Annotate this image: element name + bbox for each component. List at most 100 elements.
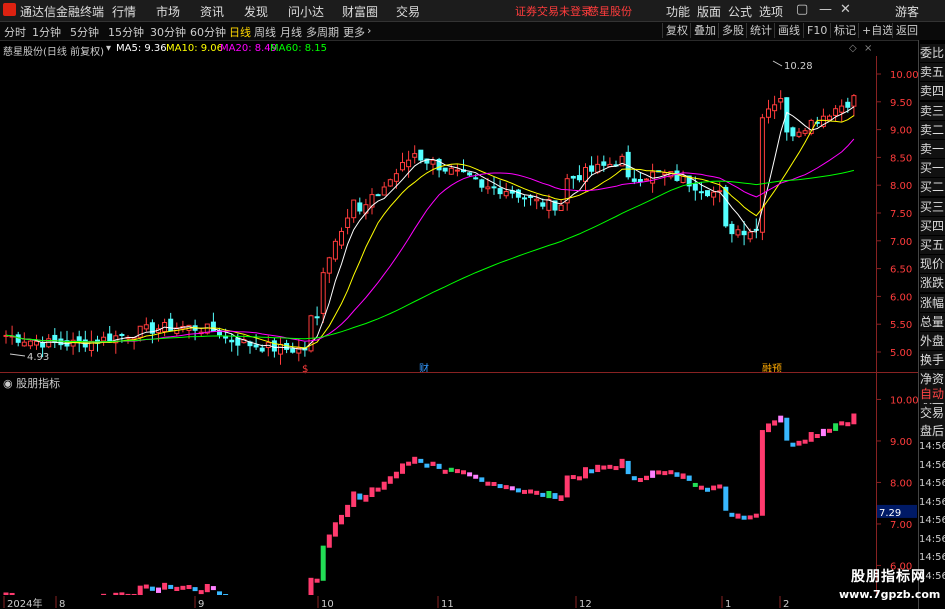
indicator-bar [473,474,479,479]
indicator-bar [845,422,851,427]
period-multi[interactable]: 多周期 [306,24,339,40]
candle-body [375,194,381,197]
minimize-icon[interactable]: — [819,2,832,17]
sidebar-item[interactable]: 委比 [920,44,945,62]
sidebar-item[interactable]: 总量 [920,312,945,331]
candle-body [705,190,710,197]
candle-body [491,186,497,189]
candle-body [570,175,576,179]
axis-label: 6.00 [890,292,912,303]
mark-button[interactable]: 标记 [830,23,859,38]
sidebar-item[interactable]: 涨跌 [920,274,945,293]
event-marker: 财 [419,362,429,375]
candle-body [845,101,851,108]
sidebar-item[interactable]: 买四 [920,216,945,235]
candle-body [406,159,412,168]
overlay-button[interactable]: 叠加 [690,23,719,38]
period-5min[interactable]: 5分钟 [70,24,99,40]
period-60min[interactable]: 60分钟 [190,24,226,40]
draw-line-button[interactable]: 画线 [774,23,803,38]
period-timeshare[interactable]: 分时 [4,24,26,40]
sidebar-item[interactable]: 交易 [920,404,945,422]
sidebar-item[interactable]: 换手 [920,351,945,370]
sidebar-item[interactable]: 涨幅 [920,293,945,312]
indicator-bar [637,477,643,482]
indicator-bar [168,584,174,589]
back-button[interactable]: 返回 [892,23,921,38]
dropdown-icon[interactable]: ◉ [3,377,13,390]
adjust-button[interactable]: 复权 [662,23,691,38]
candle-body [631,178,637,182]
sidebar-item[interactable]: 外盘 [920,332,945,350]
dropdown-icon[interactable]: ▾ [106,43,111,54]
indicator-chart[interactable]: 10.009.008.007.006.007.29 [0,390,918,595]
menu-trade[interactable]: 交易 [396,3,420,20]
indicator-bar [698,485,704,490]
f10-button[interactable]: F10 [803,23,830,38]
sidebar-item[interactable]: 卖二 [920,120,945,139]
close-panel-icon[interactable]: × [864,43,872,54]
sidebar-item[interactable]: 卖五 [920,63,945,82]
candle-body [583,167,588,182]
candle-body [442,167,448,172]
sidebar-item[interactable]: 买五 [920,236,945,254]
indicator-bar [9,592,15,595]
close-icon[interactable]: ✕ [840,2,851,17]
auto-button[interactable]: 自动 [920,385,945,403]
menu-market[interactable]: 行情 [112,3,136,20]
sidebar-item[interactable]: 卖三 [920,101,945,120]
period-15min[interactable]: 15分钟 [108,24,144,40]
sidebar-item[interactable]: 买三 [920,197,945,216]
menu-discover[interactable]: 发现 [244,3,268,20]
candle-body [27,340,33,347]
candle-body [290,348,296,353]
period-1min[interactable]: 1分钟 [32,24,61,40]
sidebar-item[interactable]: 买二 [920,178,945,197]
chevron-right-icon[interactable]: › [367,24,371,37]
sidebar-item[interactable]: 买一 [920,159,945,178]
candle-body [723,186,729,227]
menu-ask[interactable]: 问小达 [288,3,324,20]
candles [3,90,857,365]
candle-body [796,131,802,137]
period-more[interactable]: 更多 [343,24,365,40]
square-icon[interactable]: ▢ [796,2,808,17]
menu-news[interactable]: 资讯 [200,3,224,20]
period-30min[interactable]: 30分钟 [150,24,186,40]
indicator-bar [827,428,832,433]
diamond-icon[interactable]: ◇ [849,43,857,54]
indicator-bar [540,492,546,497]
date-label: 1 [725,599,731,609]
period-monthly[interactable]: 月线 [280,24,302,40]
sidebar-item[interactable]: 盘后 [920,422,945,440]
period-weekly[interactable]: 周线 [254,24,276,40]
app-name: 通达信金融终端 [20,5,105,19]
sidebar-item[interactable]: 现价 [920,255,945,274]
candle-body [766,108,771,118]
candle-body [784,97,790,133]
menu-formula[interactable]: 公式 [728,3,752,20]
indicator-bar [668,470,674,475]
menu-wealth[interactable]: 财富圈 [342,3,378,20]
candle-body [387,179,393,187]
guest-user[interactable]: 游客 [895,3,919,20]
period-daily[interactable]: 日线 [229,24,251,40]
multi-stock-button[interactable]: 多股 [718,23,747,38]
indicator-bar [149,586,155,591]
add-watchlist-button[interactable]: +自选 [858,23,896,38]
menu-exchange[interactable]: 市场 [156,3,180,20]
date-label: 9 [198,599,204,609]
candle-body [467,172,473,176]
indicator-bar [729,512,735,517]
indicator-bar [143,584,149,589]
menu-options[interactable]: 选项 [759,3,783,20]
date-label: 8 [59,599,65,609]
candle-body [839,105,845,113]
menu-function[interactable]: 功能 [666,3,690,20]
trade-login-notice[interactable]: 证券交易未登录 [515,3,592,19]
candlestick-chart[interactable]: 10.00 9.50 9.00 8.50 8.00 7.50 7.00 6.50 6.00 5.5… [0,56,918,376]
statistics-button[interactable]: 统计 [746,23,775,38]
sidebar-item[interactable]: 卖四 [920,82,945,101]
menu-layout[interactable]: 版面 [697,3,721,20]
sidebar-item[interactable]: 卖一 [920,140,945,158]
